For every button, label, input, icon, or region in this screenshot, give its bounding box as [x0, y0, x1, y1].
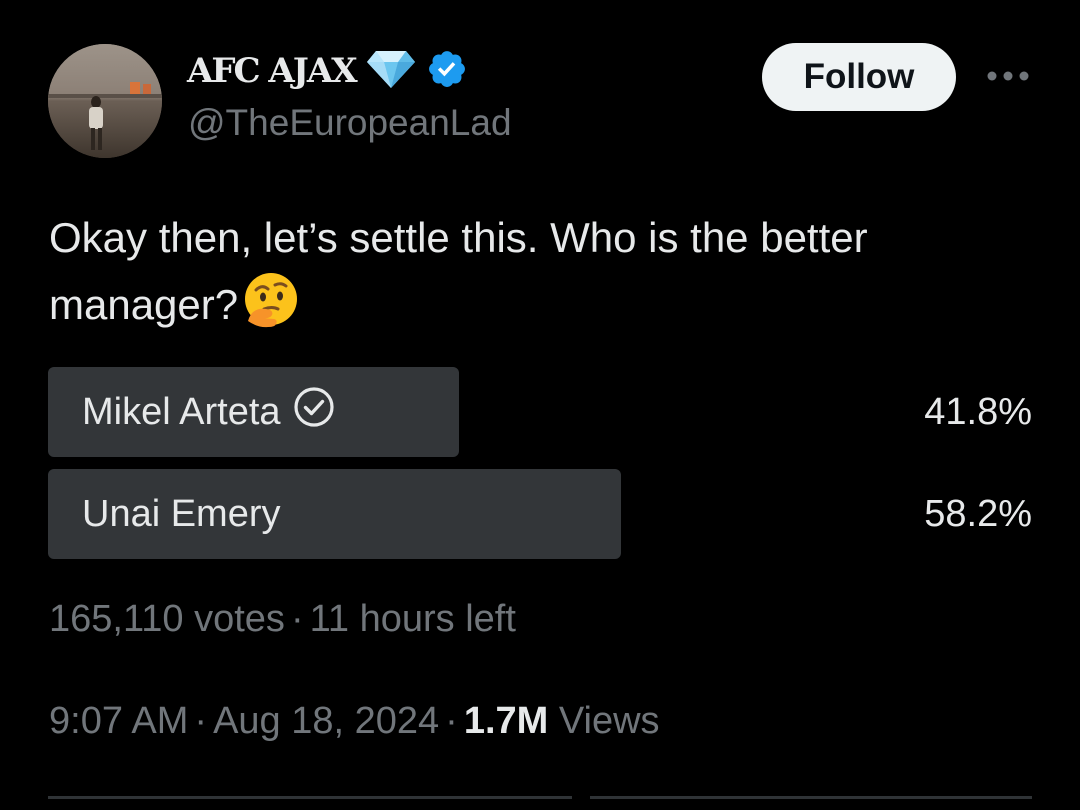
views-label[interactable]: Views	[559, 700, 660, 742]
poll-votes: 165,110 votes	[49, 598, 285, 640]
poll-time-left: 11 hours left	[309, 598, 516, 640]
thinking-face-icon	[242, 271, 300, 348]
poll-option-percent: 58.2%	[924, 492, 1032, 535]
poll-option-label: Mikel Arteta	[82, 367, 335, 457]
avatar[interactable]	[48, 44, 162, 158]
poll-option-label: Unai Emery	[82, 469, 281, 559]
poll-option-text: Mikel Arteta	[82, 390, 281, 433]
author-name-row: AFC AJAX	[187, 48, 468, 94]
follow-button[interactable]: Follow	[762, 43, 956, 111]
tweet-date[interactable]: Aug 18, 2024	[213, 700, 439, 742]
more-options-icon[interactable]	[986, 64, 1030, 88]
poll-option-percent: 41.8%	[924, 390, 1032, 433]
tweet-body: Okay then, let’s settle this. Who is the…	[49, 214, 868, 328]
poll-meta: 165,110 votes · 11 hours left	[49, 598, 516, 641]
verified-badge-icon[interactable]	[426, 48, 468, 95]
poll-option-text: Unai Emery	[82, 492, 281, 535]
divider	[48, 796, 572, 799]
tweet-time[interactable]: 9:07 AM	[49, 700, 188, 742]
display-name[interactable]: AFC AJAX	[187, 54, 358, 88]
separator: ·	[445, 700, 458, 742]
views-count[interactable]: 1.7M	[464, 700, 548, 742]
author-handle[interactable]: @TheEuropeanLad	[188, 104, 512, 141]
gem-icon	[366, 49, 416, 94]
poll-option-unai-emery[interactable]: Unai Emery 58.2%	[48, 469, 1032, 559]
poll-option-mikel-arteta[interactable]: Mikel Arteta 41.8%	[48, 367, 1032, 457]
separator: ·	[194, 700, 208, 742]
divider	[590, 796, 1032, 799]
tweet-text: Okay then, let’s settle this. Who is the…	[49, 204, 1049, 348]
separator: ·	[290, 598, 304, 640]
timestamp-row: 9:07 AM · Aug 18, 2024 · 1.7M Views	[49, 700, 660, 743]
check-circle-icon	[293, 386, 335, 438]
